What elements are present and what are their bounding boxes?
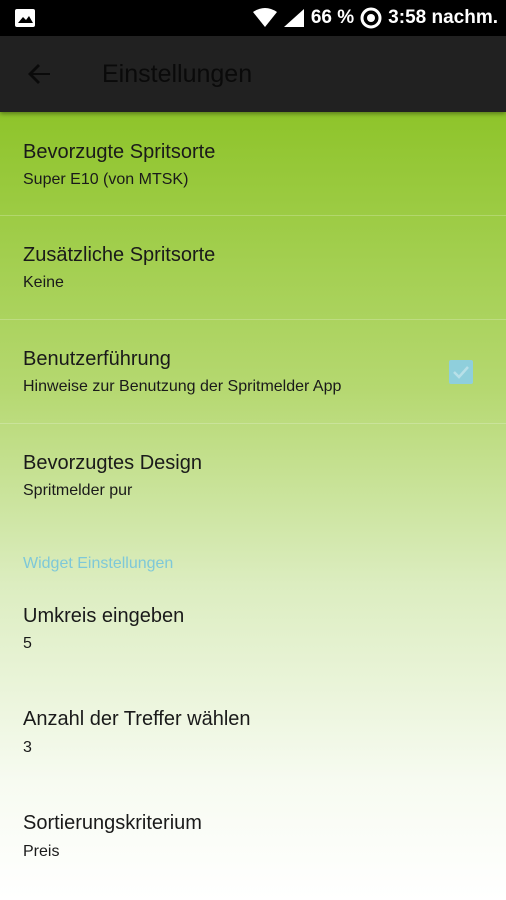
pref-bevorzugtes-design[interactable]: Bevorzugtes Design Spritmelder pur bbox=[0, 424, 506, 527]
pref-title: Anzahl der Treffer wählen bbox=[23, 708, 251, 730]
settings-list: Bevorzugte Spritsorte Super E10 (von MTS… bbox=[0, 112, 506, 900]
pref-summary: Preis bbox=[23, 843, 60, 860]
pref-title: Bevorzugtes Design bbox=[23, 452, 202, 474]
pref-bevorzugte-spritsorte[interactable]: Bevorzugte Spritsorte Super E10 (von MTS… bbox=[0, 112, 506, 215]
pref-summary: Spritmelder pur bbox=[23, 482, 133, 499]
pref-summary: 5 bbox=[23, 635, 32, 652]
sync-icon bbox=[360, 7, 382, 29]
pref-summary: 3 bbox=[23, 739, 32, 756]
pref-title: Zusätzliche Spritsorte bbox=[23, 244, 216, 266]
wifi-icon bbox=[252, 8, 277, 27]
pref-anzahl-treffer[interactable]: Anzahl der Treffer wählen 3 bbox=[0, 690, 506, 793]
pref-title: Benutzerführung bbox=[23, 348, 171, 370]
battery-level: 66 % bbox=[310, 7, 355, 28]
category-widget-einstellungen: Widget Einstellungen bbox=[23, 555, 174, 572]
clock: 3:58 nachm. bbox=[388, 7, 498, 28]
pref-summary: Hinweise zur Benutzung der Spritmelder A… bbox=[23, 378, 342, 395]
pref-summary: Keine bbox=[23, 274, 64, 291]
pref-title: Umkreis eingeben bbox=[23, 605, 185, 627]
page-title: Einstellungen bbox=[102, 60, 253, 88]
app-toolbar: Einstellungen bbox=[0, 36, 506, 112]
signal-icon bbox=[283, 9, 304, 27]
image-icon bbox=[15, 9, 35, 27]
pref-zusaetzliche-spritsorte[interactable]: Zusätzliche Spritsorte Keine bbox=[0, 216, 506, 319]
pref-title: Sortierungskriterium bbox=[23, 812, 202, 834]
pref-sortierungskriterium[interactable]: Sortierungskriterium Preis bbox=[0, 794, 506, 897]
pref-summary: Super E10 (von MTSK) bbox=[23, 171, 189, 188]
arrow-back-icon[interactable] bbox=[22, 56, 58, 92]
pref-umkreis[interactable]: Umkreis eingeben 5 bbox=[0, 586, 506, 689]
status-bar: 66 % 3:58 nachm. bbox=[0, 0, 506, 36]
check-icon bbox=[453, 366, 469, 379]
pref-title: Bevorzugte Spritsorte bbox=[23, 141, 216, 163]
pref-benutzerfuehrung[interactable]: Benutzerführung Hinweise zur Benutzung d… bbox=[0, 320, 506, 423]
benutzerfuehrung-checkbox[interactable] bbox=[449, 360, 473, 384]
